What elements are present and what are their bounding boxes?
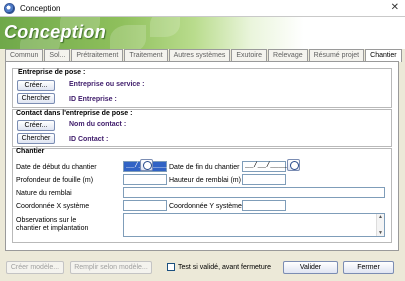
- app-icon: [4, 2, 15, 14]
- close-button[interactable]: Fermer: [343, 261, 394, 274]
- contact-name-label: Nom du contact :: [69, 121, 127, 128]
- end-date-input[interactable]: __/__/____: [242, 161, 287, 172]
- contact-title: Contact dans l'entreprise de pose :: [16, 110, 133, 117]
- entreprise-service-label: Entreprise ou service :: [69, 81, 145, 88]
- start-date-picker-icon[interactable]: [140, 159, 153, 171]
- create-model-button[interactable]: Créer modèle...: [6, 261, 64, 274]
- tab-bar: Commun Sol... Prétraitement Traitement A…: [5, 49, 403, 62]
- end-date-label: Date de fin du chantier: [169, 164, 240, 171]
- validation-checkbox-label: Test si validé, avant fermeture: [178, 264, 271, 271]
- scroll-up-icon[interactable]: ▲: [378, 214, 383, 220]
- contact-id-label: ID Contact :: [69, 136, 109, 143]
- tab-commun[interactable]: Commun: [5, 49, 44, 61]
- fill-model-button[interactable]: Remplir selon modèle...: [70, 261, 152, 274]
- end-date-picker-icon[interactable]: [287, 159, 300, 171]
- x-coordinate-input[interactable]: [123, 200, 167, 211]
- depth-input[interactable]: [123, 174, 167, 185]
- y-coordinate-input[interactable]: [242, 200, 286, 211]
- tab-exutoire[interactable]: Exutoire: [231, 49, 268, 61]
- banner: Conception: [0, 17, 405, 49]
- chantier-title: Chantier: [16, 148, 45, 155]
- observations-label: Observations sur le chantier et implanta…: [16, 217, 89, 232]
- entreprise-create-button[interactable]: Créer...: [17, 80, 55, 91]
- window-title: Conception: [20, 3, 61, 13]
- entreprise-title: Entreprise de pose :: [18, 69, 86, 76]
- close-icon[interactable]: ✕: [391, 2, 399, 13]
- entreprise-id-label: ID Entreprise :: [69, 96, 117, 103]
- tab-autres-systemes[interactable]: Autres systèmes: [168, 49, 231, 61]
- scroll-down-icon[interactable]: ▼: [378, 230, 383, 236]
- observations-textarea[interactable]: ▲ ▼: [123, 213, 385, 237]
- start-date-label: Date de début du chantier: [16, 164, 97, 171]
- banner-logo: Conception: [4, 22, 106, 42]
- tab-resume-projet[interactable]: Résumé projet: [308, 49, 365, 61]
- contact-create-button[interactable]: Créer...: [17, 120, 55, 131]
- depth-label: Profondeur de fouille (m): [16, 177, 94, 184]
- chantier-panel: Entreprise de pose : Créer... Chercher E…: [5, 61, 399, 251]
- tab-pretraitement[interactable]: Prétraitement: [71, 49, 124, 61]
- fill-nature-label: Nature du remblai: [16, 190, 72, 197]
- fill-nature-input[interactable]: [123, 187, 385, 198]
- entreprise-search-button[interactable]: Chercher: [17, 93, 55, 104]
- tab-relevage[interactable]: Relevage: [268, 49, 308, 61]
- title-bar: Conception ✕: [0, 0, 405, 17]
- tab-traitement[interactable]: Traitement: [124, 49, 168, 61]
- observations-scrollbar[interactable]: ▲ ▼: [376, 214, 384, 236]
- fill-height-input[interactable]: [242, 174, 286, 185]
- x-coordinate-label: Coordonnée X système: [16, 203, 90, 210]
- fill-height-label: Hauteur de remblai (m): [169, 177, 241, 184]
- y-coordinate-label: Coordonnée Y système: [169, 203, 242, 210]
- validation-checkbox[interactable]: [167, 263, 175, 271]
- contact-search-button[interactable]: Chercher: [17, 133, 55, 144]
- validate-button[interactable]: Valider: [283, 261, 338, 274]
- tab-sol[interactable]: Sol...: [44, 49, 71, 61]
